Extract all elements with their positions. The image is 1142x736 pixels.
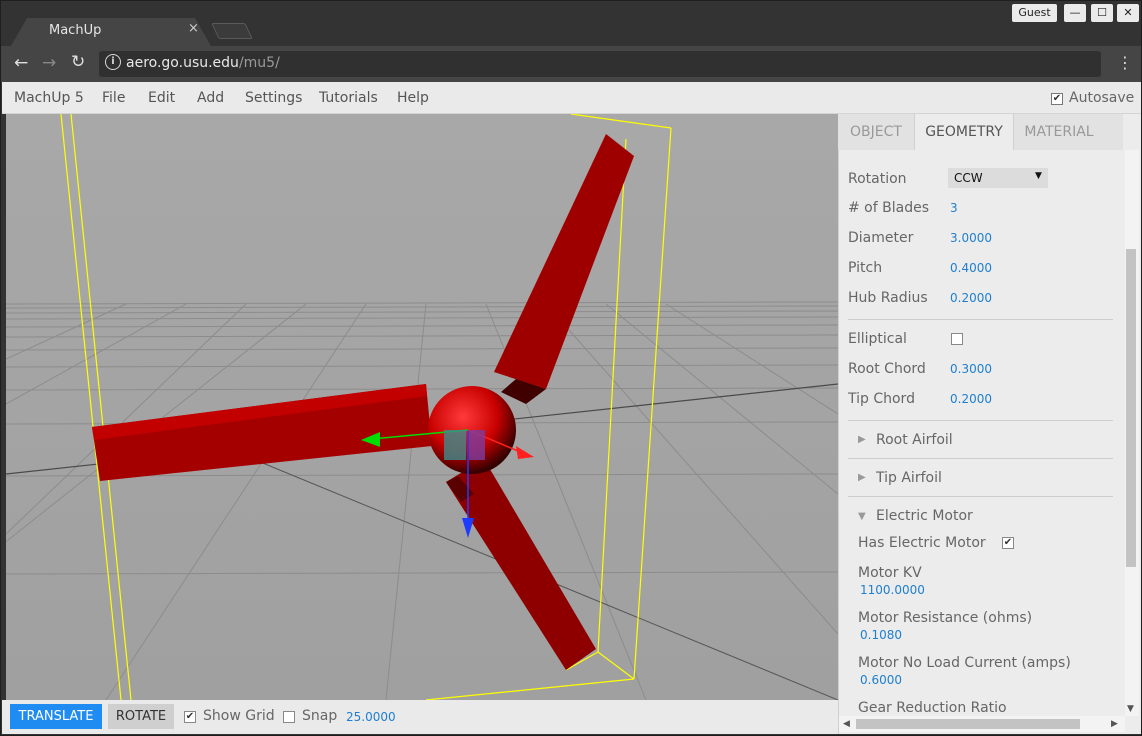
scroll-down-arrow-icon[interactable]: ▼ [1127, 704, 1134, 714]
snap-value-input[interactable]: 25.0000 [346, 710, 396, 724]
motor-no-load-input[interactable]: 0.6000 [860, 673, 902, 687]
tip-chord-input[interactable]: 0.2000 [950, 392, 992, 406]
expand-chevron-icon[interactable]: ▶ [858, 472, 866, 483]
minimize-button[interactable]: — [1064, 4, 1086, 22]
menu-help[interactable]: Help [397, 90, 429, 106]
profile-button[interactable]: Guest [1012, 4, 1057, 22]
rotation-label: Rotation [848, 171, 907, 187]
horizontal-scroll-thumb[interactable] [856, 719, 1080, 729]
menu-file[interactable]: File [102, 90, 125, 106]
motor-resistance-label: Motor Resistance (ohms) [858, 610, 1033, 626]
divider [848, 458, 1113, 459]
has-motor-checkbox[interactable]: ✔ [1002, 537, 1014, 549]
collapse-chevron-icon[interactable]: ▼ [858, 511, 866, 522]
scroll-right-arrow-icon[interactable]: ▶ [1111, 719, 1118, 729]
motor-kv-input[interactable]: 1100.0000 [860, 583, 925, 597]
divider [848, 420, 1113, 421]
browser-window: MachUp × Guest — ☐ ✕ ← → ↻ i aero.go.usu… [0, 0, 1142, 736]
blades-input[interactable]: 3 [950, 201, 958, 215]
diameter-label: Diameter [848, 230, 914, 246]
elliptical-label: Elliptical [848, 331, 907, 347]
expand-chevron-icon[interactable]: ▶ [858, 434, 866, 445]
translate-button[interactable]: TRANSLATE [10, 704, 102, 729]
rotate-button[interactable]: ROTATE [108, 704, 174, 729]
tip-airfoil-section[interactable]: Tip Airfoil [876, 470, 942, 486]
back-arrow-icon[interactable]: ← [14, 53, 28, 73]
maximize-button[interactable]: ☐ [1091, 4, 1113, 22]
menu-settings[interactable]: Settings [245, 90, 302, 106]
close-window-button[interactable]: ✕ [1117, 4, 1139, 22]
snap-checkbox[interactable] [283, 711, 295, 723]
electric-motor-section[interactable]: Electric Motor [876, 508, 973, 524]
tab-title: MachUp [49, 23, 102, 38]
diameter-input[interactable]: 3.0000 [950, 231, 992, 245]
url-text[interactable]: aero.go.usu.edu/mu5/ [126, 55, 280, 71]
elliptical-checkbox[interactable] [951, 333, 963, 345]
tab-close-icon[interactable]: × [188, 21, 199, 36]
gizmo-plane-2[interactable] [469, 430, 485, 460]
tab-object[interactable]: OBJECT [838, 114, 914, 150]
forward-arrow-icon[interactable]: → [42, 53, 56, 73]
hub-radius-label: Hub Radius [848, 290, 928, 306]
pitch-input[interactable]: 0.4000 [950, 261, 992, 275]
root-chord-input[interactable]: 0.3000 [950, 362, 992, 376]
menu-edit[interactable]: Edit [148, 90, 175, 106]
divider [848, 496, 1113, 497]
has-motor-label: Has Electric Motor [858, 535, 986, 551]
menu-add[interactable]: Add [197, 90, 224, 106]
divider [848, 319, 1113, 320]
info-icon[interactable]: i [105, 54, 121, 70]
motor-resistance-input[interactable]: 0.1080 [860, 628, 902, 642]
show-grid-checkbox[interactable]: ✔ [184, 711, 196, 723]
gizmo-plane[interactable] [444, 430, 466, 460]
root-chord-label: Root Chord [848, 361, 926, 377]
autosave-checkbox[interactable]: ✔ [1051, 93, 1063, 105]
motor-no-load-label: Motor No Load Current (amps) [858, 655, 1071, 671]
browser-menu-icon[interactable]: ⋮ [1117, 53, 1133, 72]
rotation-select[interactable]: CCW [948, 168, 1048, 188]
pitch-label: Pitch [848, 260, 883, 276]
menu-machup[interactable]: MachUp 5 [14, 90, 84, 106]
scroll-left-arrow-icon[interactable]: ◀ [843, 719, 850, 729]
autosave-label: Autosave [1069, 90, 1135, 106]
vertical-scroll-thumb[interactable] [1126, 249, 1136, 567]
gear-ratio-label: Gear Reduction Ratio [858, 700, 1007, 716]
browser-tab[interactable] [11, 18, 211, 46]
menu-tutorials[interactable]: Tutorials [319, 90, 378, 106]
dropdown-arrow-icon[interactable]: ▼ [1035, 171, 1042, 181]
new-tab-button[interactable] [211, 23, 253, 39]
reload-icon[interactable]: ↻ [71, 52, 85, 72]
root-airfoil-section[interactable]: Root Airfoil [876, 432, 953, 448]
motor-kv-label: Motor KV [858, 565, 922, 581]
show-grid-label: Show Grid [203, 708, 275, 724]
blades-label: # of Blades [848, 200, 929, 216]
3d-viewport[interactable] [6, 114, 838, 700]
tip-chord-label: Tip Chord [848, 391, 915, 407]
hub-radius-input[interactable]: 0.2000 [950, 291, 992, 305]
snap-label: Snap [302, 708, 338, 724]
tab-material[interactable]: MATERIAL [1014, 114, 1104, 150]
tab-geometry[interactable]: GEOMETRY [914, 114, 1014, 150]
